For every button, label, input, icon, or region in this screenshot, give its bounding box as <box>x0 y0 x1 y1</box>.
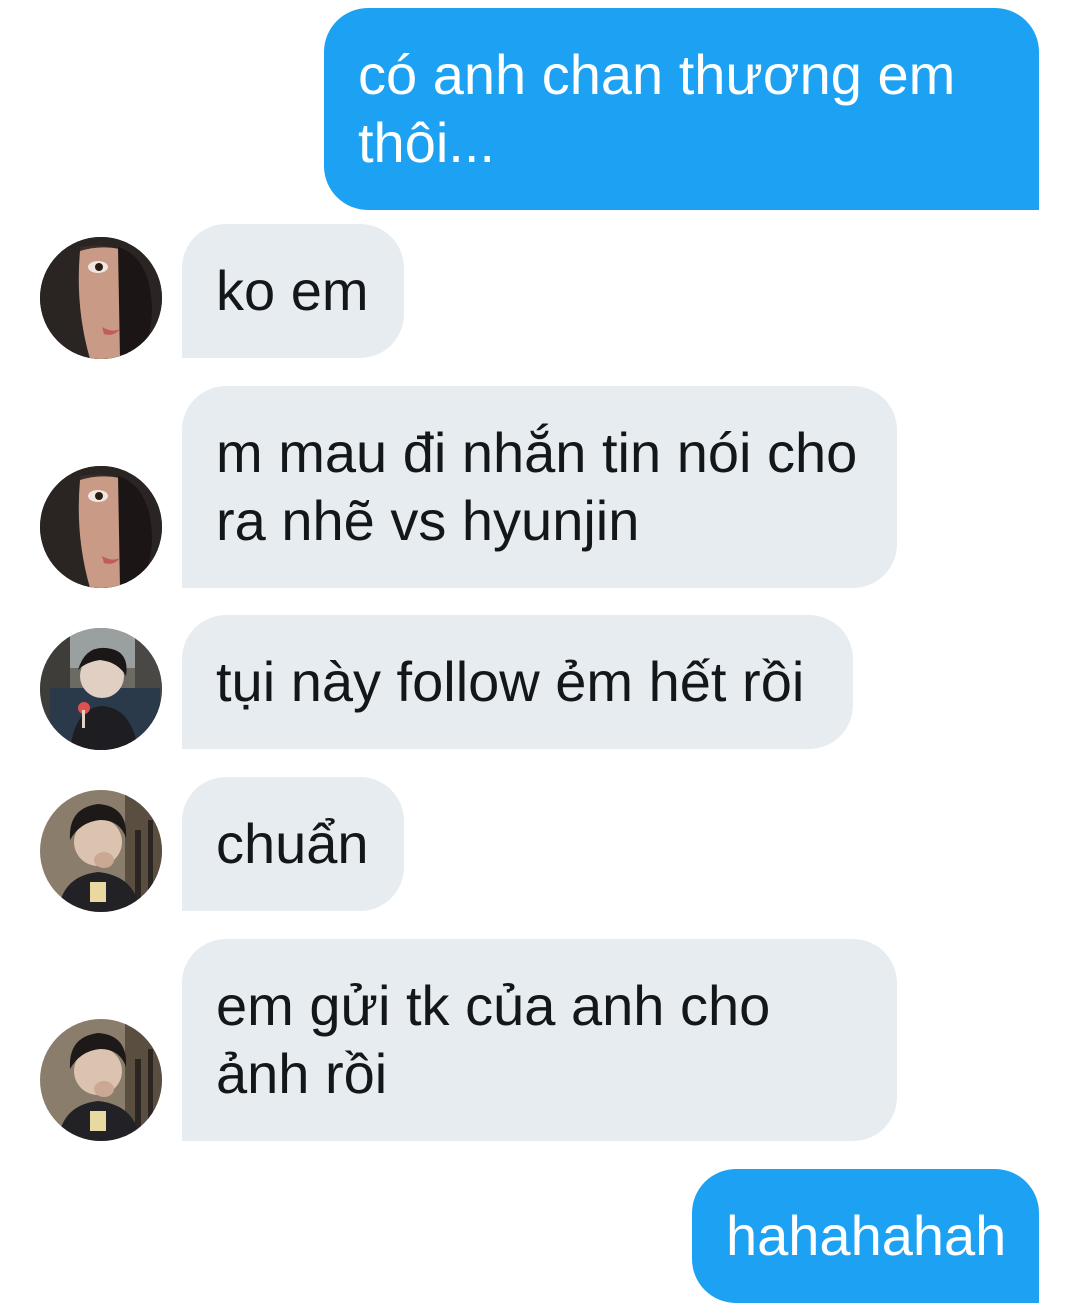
hooded-user-avatar-image <box>40 237 162 359</box>
bearded-user-avatar[interactable] <box>40 790 162 912</box>
outgoing-message-bubble[interactable]: có anh chan thương em thôi... <box>324 8 1039 210</box>
incoming-message-bubble[interactable]: ko em <box>182 224 404 358</box>
message-text: em gửi tk của anh cho ảnh rồi <box>216 974 771 1105</box>
outgoing-message-bubble[interactable]: hahahahah <box>692 1169 1039 1303</box>
bearded-user-avatar-image <box>40 790 162 912</box>
message-text: m mau đi nhắn tin nói cho ra nhẽ vs hyun… <box>216 421 858 552</box>
message-text: ko em <box>216 259 369 322</box>
incoming-message-bubble[interactable]: em gửi tk của anh cho ảnh rồi <box>182 939 897 1141</box>
incoming-message-bubble[interactable]: tụi này follow ẻm hết rồi <box>182 615 853 749</box>
bearded-user-avatar-image <box>40 1019 162 1141</box>
hooded-user-avatar[interactable] <box>40 237 162 359</box>
incoming-message-bubble[interactable]: m mau đi nhắn tin nói cho ra nhẽ vs hyun… <box>182 386 897 588</box>
hooded-user-avatar-image <box>40 466 162 588</box>
message-text: có anh chan thương em thôi... <box>358 43 956 174</box>
bearded-user-avatar[interactable] <box>40 1019 162 1141</box>
hooded-user-avatar[interactable] <box>40 466 162 588</box>
message-text: hahahahah <box>726 1204 1007 1267</box>
incoming-message-bubble[interactable]: chuẩn <box>182 777 404 911</box>
bus-photo-user-avatar-image <box>40 628 162 750</box>
message-text: chuẩn <box>216 812 369 875</box>
bus-photo-user-avatar[interactable] <box>40 628 162 750</box>
message-text: tụi này follow ẻm hết rồi <box>216 650 805 713</box>
